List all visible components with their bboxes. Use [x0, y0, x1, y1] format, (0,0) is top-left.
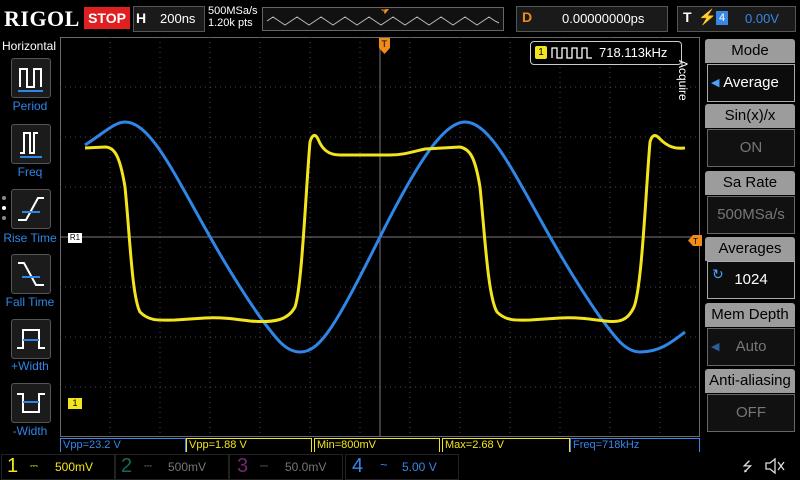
- channel-4-scale: 5.00 V: [402, 460, 437, 474]
- channel-2-scale: 500mV: [168, 460, 207, 474]
- channel-1-number: 1: [7, 455, 19, 477]
- memory-points: 1.20k pts: [208, 17, 253, 29]
- dc-coupling-icon: ⎓: [144, 461, 152, 472]
- channel-3-scale: 50.0mV: [285, 460, 327, 474]
- menu-title: Horizontal: [2, 39, 57, 53]
- speaker-muted-icon[interactable]: [764, 457, 786, 475]
- svg-text:T: T: [382, 10, 386, 16]
- channel-3-number: 3: [237, 455, 249, 477]
- waveform-overview-bar[interactable]: T: [262, 7, 504, 31]
- waveform-display[interactable]: [60, 37, 700, 437]
- trigger-source-badge: 4: [716, 11, 728, 25]
- mem-depth-title: Mem Depth: [705, 303, 795, 327]
- sinx-value: ON: [739, 139, 763, 156]
- mode-value: Average: [723, 74, 779, 91]
- averages-value: 1024: [734, 271, 768, 288]
- waveform-overview: T: [266, 9, 500, 26]
- rising-edge-icon: ⚡: [698, 9, 717, 26]
- measurement-ch1-min[interactable]: Min=800mV: [314, 438, 440, 453]
- measurement-ch1-vpp[interactable]: Vpp=1.88 V: [186, 438, 312, 453]
- channel-1-scale: 500mV: [55, 460, 94, 474]
- fall-time-icon: [18, 262, 44, 286]
- sa-rate-title: Sa Rate: [705, 171, 795, 195]
- ch1-offset-marker[interactable]: 1: [68, 398, 82, 409]
- period-label: Period: [12, 99, 48, 113]
- menu-page-dot: [2, 196, 6, 200]
- graticule: [60, 37, 700, 437]
- rise-time-icon: [18, 197, 44, 221]
- mode-selector[interactable]: ◀ Average: [707, 64, 795, 102]
- timebase-value: 200ns: [160, 11, 196, 26]
- trigger-label: T: [683, 9, 692, 25]
- measurement-ch4-vpp[interactable]: Vpp=23.2 V: [60, 438, 186, 453]
- positive-width-button[interactable]: [11, 319, 51, 359]
- dc-coupling-icon: ⎓: [260, 461, 268, 472]
- positive-width-icon: [17, 329, 45, 349]
- trigger-time-marker-icon: T: [379, 38, 390, 54]
- ac-coupling-icon: ~: [380, 457, 388, 472]
- acquire-side-label: Acquire: [676, 60, 690, 101]
- svg-text:T: T: [382, 39, 388, 49]
- usb-icon: ⭍: [742, 459, 753, 474]
- trigger-level-marker-icon: T: [688, 235, 702, 246]
- rigol-logo: RIGOL: [4, 6, 80, 31]
- sa-rate-display[interactable]: 500MSa/s: [707, 196, 795, 234]
- anti-aliasing-title: Anti-aliasing: [705, 369, 795, 393]
- mem-depth-value: Auto: [735, 338, 767, 355]
- delay-label: D: [522, 9, 533, 25]
- sample-rate: 500MSa/s: [208, 5, 258, 17]
- menu-page-dot: [2, 216, 6, 220]
- mem-depth-selector[interactable]: ◀ Auto: [707, 328, 795, 366]
- negative-width-button[interactable]: [11, 383, 51, 423]
- period-icon: [18, 68, 43, 92]
- rise-time-label: Rise Time: [3, 231, 57, 245]
- sinx-title: Sin(x)/x: [705, 104, 795, 128]
- positive-width-label: +Width: [11, 359, 49, 373]
- ref-marker[interactable]: R1: [68, 233, 82, 243]
- menu-page-dot-active: [2, 206, 6, 210]
- knob-icon: ↻: [712, 266, 724, 282]
- trigger-level-marker[interactable]: T: [688, 233, 702, 246]
- averages-selector[interactable]: ↻ 1024: [707, 261, 795, 299]
- left-arrow-icon: ◀: [711, 77, 720, 89]
- anti-aliasing-value: OFF: [736, 404, 766, 421]
- frequency-counter: 1 718.113kHz: [530, 41, 682, 65]
- svg-text:T: T: [693, 237, 698, 246]
- fall-time-label: Fall Time: [5, 295, 55, 309]
- channel-2-number: 2: [121, 455, 133, 477]
- rise-time-button[interactable]: [11, 189, 51, 229]
- dc-coupling-icon: ⎓: [30, 461, 38, 472]
- measurement-ch4-freq[interactable]: Freq=718kHz: [570, 438, 700, 453]
- counter-channel-badge: 1: [535, 46, 547, 59]
- anti-aliasing-toggle[interactable]: OFF: [707, 394, 795, 432]
- channel-4-number: 4: [352, 455, 364, 477]
- frequency-label: Freq: [17, 165, 43, 179]
- frequency-icon: [20, 132, 42, 158]
- square-wave-icon: [551, 47, 592, 59]
- horizontal-label: H: [136, 10, 147, 26]
- run-stop-indicator[interactable]: STOP: [84, 7, 130, 29]
- trigger-level: 0.00V: [745, 11, 779, 26]
- sample-info: 500MSa/s 1.20k pts: [208, 5, 258, 29]
- frequency-button[interactable]: [11, 124, 51, 164]
- fall-time-button[interactable]: [11, 254, 51, 294]
- trigger-time-marker[interactable]: T: [379, 38, 390, 54]
- sa-rate-value: 500MSa/s: [717, 206, 785, 223]
- delay-value: 0.00000000ps: [562, 11, 645, 26]
- sinx-toggle[interactable]: ON: [707, 129, 795, 167]
- negative-width-label: -Width: [12, 424, 48, 438]
- period-button[interactable]: [11, 58, 51, 98]
- mode-title: Mode: [705, 39, 795, 63]
- negative-width-icon: [17, 393, 45, 413]
- left-arrow-icon: ◀: [711, 341, 720, 353]
- measurement-ch1-max[interactable]: Max=2.68 V: [442, 438, 570, 453]
- counter-value: 718.113kHz: [599, 45, 668, 60]
